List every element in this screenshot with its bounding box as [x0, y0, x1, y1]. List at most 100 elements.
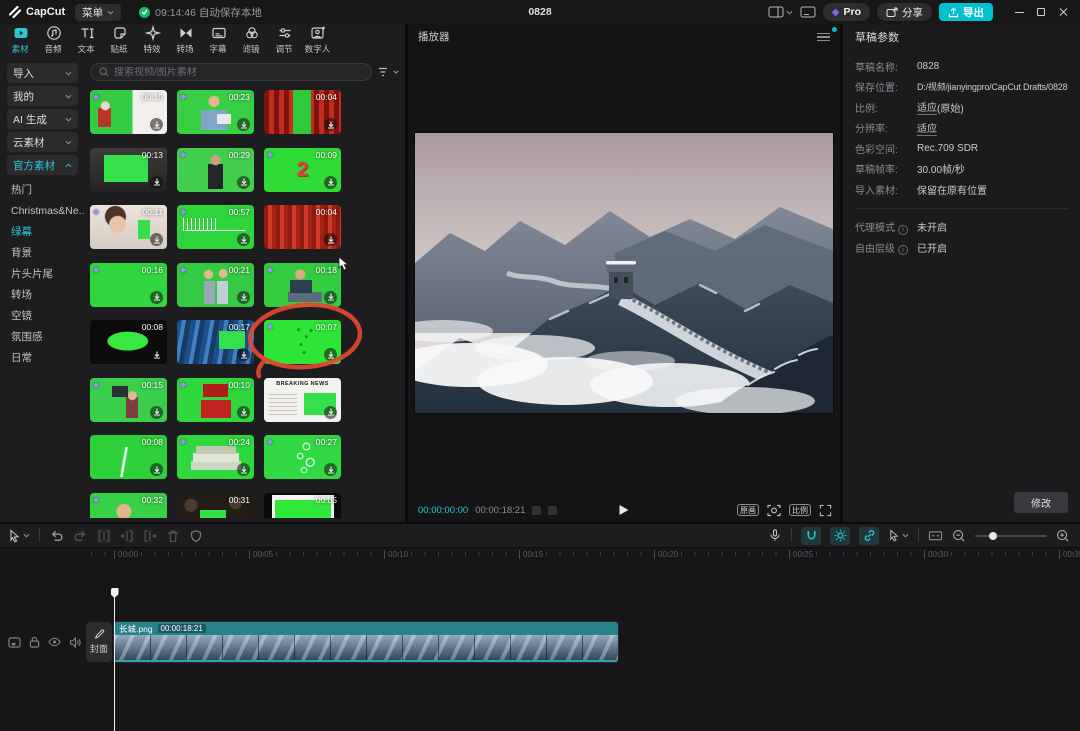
- linkage-toggle[interactable]: [859, 527, 879, 545]
- modify-button[interactable]: 修改: [1014, 492, 1068, 513]
- maximize-button[interactable]: [1030, 0, 1052, 24]
- media-thumbnail[interactable]: 00:13: [90, 148, 167, 192]
- share-button[interactable]: 分享: [877, 3, 932, 21]
- media-thumbnail[interactable]: 00:05: [264, 493, 341, 519]
- record-audio-icon[interactable]: [768, 528, 782, 543]
- download-icon[interactable]: [237, 233, 250, 246]
- download-icon[interactable]: [324, 176, 337, 189]
- tab-captions[interactable]: 字幕: [202, 25, 235, 55]
- tab-filter[interactable]: 滤镜: [235, 25, 268, 55]
- focus-icon[interactable]: [767, 504, 781, 517]
- download-icon[interactable]: [324, 118, 337, 131]
- category-item[interactable]: 氛围感: [0, 326, 85, 347]
- tab-adjust[interactable]: 调节: [268, 25, 301, 55]
- download-icon[interactable]: [150, 348, 163, 361]
- media-thumbnail[interactable]: 00:04: [264, 205, 341, 249]
- media-thumbnail[interactable]: ◆ 00:11: [90, 205, 167, 249]
- download-icon[interactable]: [150, 233, 163, 246]
- video-preview[interactable]: [415, 133, 833, 413]
- media-thumbnail[interactable]: ◆ 00:10: [177, 378, 254, 422]
- sidebar-section-button[interactable]: 云素材: [7, 132, 78, 152]
- preview-axis-button[interactable]: [888, 529, 909, 542]
- download-icon[interactable]: [324, 348, 337, 361]
- menu-button[interactable]: 菜单: [75, 4, 121, 21]
- category-item[interactable]: 热门: [0, 179, 85, 200]
- frame-forward-icon[interactable]: [548, 506, 557, 515]
- panel-layout-icon[interactable]: [800, 6, 816, 18]
- original-quality-button[interactable]: 原画: [737, 504, 759, 516]
- delete-icon[interactable]: [166, 529, 180, 543]
- media-thumbnail[interactable]: 00:31: [177, 493, 254, 519]
- tab-avatar[interactable]: 数字人: [301, 25, 334, 55]
- download-icon[interactable]: [237, 406, 250, 419]
- tab-transition[interactable]: 转场: [169, 25, 202, 55]
- sidebar-section-button[interactable]: 我的: [7, 86, 78, 106]
- ratio-button[interactable]: 比例: [789, 504, 811, 516]
- fullscreen-icon[interactable]: [819, 504, 832, 517]
- media-thumbnail[interactable]: 2 ◆ 00:09: [264, 148, 341, 192]
- zoom-slider[interactable]: [975, 529, 1047, 543]
- pro-button[interactable]: ◆ Pro: [823, 3, 870, 21]
- sidebar-section-button[interactable]: 官方素材: [7, 155, 78, 175]
- media-thumbnail[interactable]: 00:17: [177, 320, 254, 364]
- layout-icon[interactable]: [768, 6, 793, 18]
- close-button[interactable]: [1052, 0, 1074, 24]
- split-icon[interactable]: [97, 529, 111, 543]
- search-input[interactable]: [90, 63, 372, 81]
- media-thumbnail[interactable]: ◆ 00:29: [177, 148, 254, 192]
- cover-icon[interactable]: [8, 637, 21, 648]
- zoom-in-icon[interactable]: [1056, 529, 1070, 543]
- download-icon[interactable]: [324, 406, 337, 419]
- media-thumbnail[interactable]: ◆ 00:21: [177, 263, 254, 307]
- tab-text[interactable]: 文本: [70, 25, 103, 55]
- media-thumbnail[interactable]: ◆ 00:24: [177, 435, 254, 479]
- category-item[interactable]: 日常: [0, 347, 85, 368]
- media-thumbnail[interactable]: ◆ 00:32: [90, 493, 167, 519]
- media-thumbnail[interactable]: 00:08: [90, 435, 167, 479]
- media-thumbnail[interactable]: ◆ 00:23: [177, 90, 254, 134]
- minimize-button[interactable]: [1008, 0, 1030, 24]
- timecode-icon[interactable]: [928, 529, 943, 542]
- hide-eye-icon[interactable]: [48, 637, 61, 647]
- download-icon[interactable]: [150, 463, 163, 476]
- category-item[interactable]: 空镜: [0, 305, 85, 326]
- media-thumbnail[interactable]: ◆ 00:18: [264, 263, 341, 307]
- download-icon[interactable]: [150, 291, 163, 304]
- play-button[interactable]: [619, 504, 630, 516]
- mute-speaker-icon[interactable]: [69, 637, 81, 648]
- download-icon[interactable]: [150, 176, 163, 189]
- tab-audio[interactable]: 音频: [37, 25, 70, 55]
- media-thumbnail[interactable]: ◆ 00:57: [177, 205, 254, 249]
- playhead[interactable]: [114, 588, 115, 731]
- download-icon[interactable]: [237, 291, 250, 304]
- edit-cover-button[interactable]: 封面: [86, 622, 112, 662]
- media-thumbnail[interactable]: ◆ 00:10: [90, 90, 167, 134]
- player-menu-icon[interactable]: [817, 33, 830, 42]
- download-icon[interactable]: [150, 118, 163, 131]
- download-icon[interactable]: [237, 463, 250, 476]
- download-icon[interactable]: [324, 463, 337, 476]
- auto-snap-toggle[interactable]: [830, 527, 850, 545]
- filter-button[interactable]: [378, 67, 399, 78]
- category-item[interactable]: 转场: [0, 284, 85, 305]
- download-icon[interactable]: [324, 233, 337, 246]
- zoom-out-icon[interactable]: [952, 529, 966, 543]
- export-button[interactable]: 导出: [939, 3, 993, 21]
- frame-back-icon[interactable]: [532, 506, 541, 515]
- tab-sticker[interactable]: 贴纸: [103, 25, 136, 55]
- category-item[interactable]: 绿幕: [0, 221, 85, 242]
- category-item[interactable]: 片头片尾: [0, 263, 85, 284]
- lock-icon[interactable]: [29, 636, 40, 648]
- download-icon[interactable]: [237, 118, 250, 131]
- media-thumbnail[interactable]: 00:04: [264, 90, 341, 134]
- sidebar-section-button[interactable]: AI 生成: [7, 109, 78, 129]
- timeline-clip[interactable]: 长城.png 00:00:18:21: [114, 622, 618, 662]
- select-tool-button[interactable]: [8, 529, 30, 543]
- redo-icon[interactable]: [73, 529, 88, 543]
- slider-handle[interactable]: [989, 532, 997, 540]
- timeline-ruler[interactable]: 00:0000:0500:1000:1500:2000:2500:3000:35: [0, 548, 1080, 562]
- download-icon[interactable]: [237, 176, 250, 189]
- sidebar-section-button[interactable]: 导入: [7, 63, 78, 83]
- category-item[interactable]: Christmas&Ne...: [0, 200, 85, 221]
- category-item[interactable]: 背景: [0, 242, 85, 263]
